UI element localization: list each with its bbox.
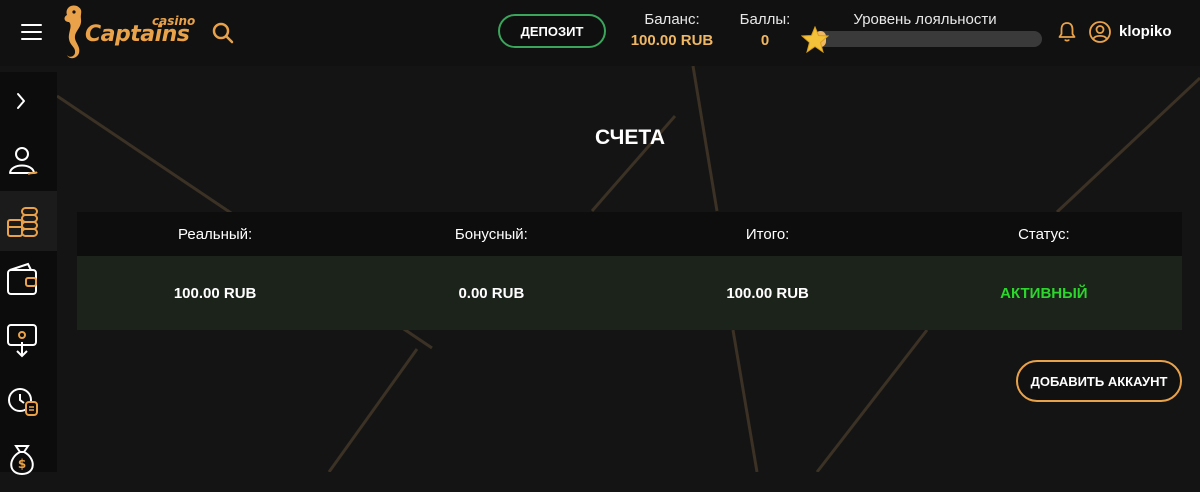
accounts-table: Реальный: Бонусный: Итого: Статус: 100.0…	[77, 212, 1182, 330]
username[interactable]: klopiko	[1119, 23, 1172, 40]
wallet-icon	[7, 262, 37, 295]
page-title: СЧЕТА	[594, 126, 666, 149]
balance-value: 100.00 RUB	[630, 32, 714, 49]
sidebar-item-history[interactable]	[0, 372, 57, 432]
header-status: Статус:	[1018, 225, 1070, 243]
user-account-icon[interactable]	[1088, 20, 1112, 44]
sidebar-item-bonus[interactable]: $	[0, 432, 57, 492]
table-header: Реальный: Бонусный: Итого: Статус:	[77, 212, 1182, 256]
table-row: 100.00 RUB 0.00 RUB 100.00 RUB АКТИВНЫЙ	[77, 256, 1182, 330]
sidebar-item-wallet[interactable]	[0, 252, 57, 312]
user-profile-icon	[9, 147, 38, 175]
coins-stack-icon	[7, 207, 38, 237]
sidebar-item-accounts[interactable]	[0, 191, 57, 251]
points-value: 0	[760, 32, 770, 49]
hamburger-menu-icon[interactable]	[21, 24, 42, 42]
sidebar-item-profile[interactable]	[0, 131, 57, 191]
loyalty-label: Уровень лояльности	[853, 11, 997, 28]
logo-captains-text: Captains	[85, 22, 190, 47]
header-total: Итого:	[745, 225, 790, 243]
money-bag-icon: $	[10, 445, 34, 476]
deposit-button[interactable]: ДЕПОЗИТ	[498, 14, 606, 48]
sidebar-expand[interactable]	[0, 72, 57, 132]
header-real: Реальный:	[178, 225, 253, 243]
withdraw-icon	[7, 324, 37, 358]
balance-display: Баланс: 100.00 RUB	[620, 11, 724, 53]
add-account-button[interactable]: ДОБАВИТЬ АККАУНТ	[1016, 360, 1182, 402]
star-icon	[801, 26, 829, 53]
top-header: casino Captains ДЕПОЗИТ Баланс: 100.00 R…	[0, 0, 1200, 66]
cell-total: 100.00 RUB	[726, 284, 809, 302]
sidebar-item-withdraw[interactable]	[0, 312, 57, 372]
bell-icon[interactable]	[1057, 21, 1077, 43]
cell-real: 100.00 RUB	[173, 284, 257, 302]
sidebar: $	[0, 72, 57, 476]
search-icon[interactable]	[211, 21, 235, 45]
balance-label: Баланс:	[644, 11, 700, 28]
loyalty-progress-bar	[815, 31, 1042, 47]
points-display: Баллы: 0	[734, 11, 796, 53]
history-icon	[8, 388, 38, 416]
casino-logo[interactable]: casino Captains	[60, 2, 200, 62]
svg-text:$: $	[18, 457, 26, 471]
points-label: Баллы:	[739, 11, 791, 28]
chevron-right-icon	[17, 93, 25, 109]
cell-bonus: 0.00 RUB	[458, 284, 525, 302]
status-badge: АКТИВНЫЙ	[1000, 284, 1088, 302]
header-bonus: Бонусный:	[454, 225, 528, 243]
